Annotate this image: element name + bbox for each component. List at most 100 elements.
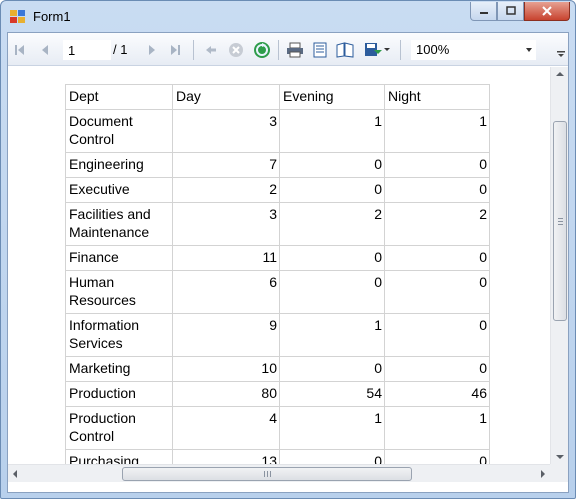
dept-cell: Facilities and Maintenance <box>65 202 173 246</box>
page-setup-button[interactable] <box>336 41 354 59</box>
first-page-icon <box>15 45 24 55</box>
night-cell: 0 <box>384 270 490 314</box>
grip-icon <box>558 218 563 226</box>
night-cell: 0 <box>384 356 490 382</box>
night-cell: 0 <box>384 313 490 357</box>
print-icon <box>287 42 303 58</box>
day-cell: 9 <box>172 313 280 357</box>
dept-cell: Production Control <box>65 406 173 450</box>
header-row: Dept Day Evening Night <box>65 84 490 110</box>
toolbar-separator <box>400 40 401 60</box>
dept-cell: Human Resources <box>65 270 173 314</box>
evening-cell: 0 <box>279 245 385 271</box>
vertical-scrollbar[interactable] <box>550 67 568 464</box>
dept-cell: Engineering <box>65 152 173 178</box>
night-cell: 1 <box>384 406 490 450</box>
table-row: Marketing 10 0 0 <box>65 356 490 382</box>
page-count: / 1 <box>113 42 128 57</box>
minimize-icon <box>479 12 488 14</box>
report-toolbar: / 1 <box>8 33 568 66</box>
day-cell: 3 <box>172 202 280 246</box>
table-row: Human Resources 6 0 0 <box>65 270 490 314</box>
zoom-value: 100% <box>416 42 450 57</box>
page-setup-icon <box>336 42 354 58</box>
evening-cell: 0 <box>279 270 385 314</box>
close-icon <box>542 6 552 16</box>
table-row: Finance 11 0 0 <box>65 245 490 271</box>
horizontal-scroll-thumb[interactable] <box>122 467 412 481</box>
print-layout-icon <box>313 42 327 58</box>
evening-cell: 0 <box>279 177 385 203</box>
close-button[interactable] <box>524 2 570 21</box>
toolbar-separator <box>193 40 194 60</box>
night-cell: 46 <box>384 381 490 407</box>
day-cell: 3 <box>172 109 280 153</box>
table-row: Facilities and Maintenance 3 2 2 <box>65 202 490 246</box>
first-page-button[interactable] <box>13 41 27 59</box>
day-cell: 7 <box>172 152 280 178</box>
stop-button[interactable] <box>227 41 245 59</box>
table-row: Document Control 3 1 1 <box>65 109 490 153</box>
night-cell: 0 <box>384 177 490 203</box>
night-cell: 0 <box>384 449 490 464</box>
night-cell: 0 <box>384 245 490 271</box>
night-cell: 0 <box>384 152 490 178</box>
window: Form1 / 1 <box>0 0 576 499</box>
evening-cell: 0 <box>279 356 385 382</box>
scrollbar-corner <box>550 464 568 482</box>
zoom-select[interactable]: 100% <box>411 40 536 60</box>
day-cell: 10 <box>172 356 280 382</box>
print-button[interactable] <box>286 41 304 59</box>
report-viewer: / 1 <box>7 32 569 493</box>
dept-cell: Document Control <box>65 109 173 153</box>
last-page-button[interactable] <box>168 41 182 59</box>
export-button[interactable] <box>363 41 391 59</box>
evening-cell: 0 <box>279 449 385 464</box>
toolbar-overflow-button[interactable] <box>556 43 566 59</box>
back-button[interactable] <box>203 41 219 59</box>
scroll-right-icon[interactable] <box>541 470 545 478</box>
night-cell: 1 <box>384 109 490 153</box>
current-page-input[interactable] <box>63 40 111 60</box>
header-cell: Day <box>172 84 280 110</box>
scroll-up-icon[interactable] <box>556 72 564 76</box>
day-cell: 80 <box>172 381 280 407</box>
scroll-down-icon[interactable] <box>556 455 564 459</box>
back-icon <box>206 46 216 54</box>
table-row: Information Services 9 1 0 <box>65 313 490 357</box>
evening-cell: 1 <box>279 313 385 357</box>
overflow-icon <box>557 51 565 57</box>
refresh-icon <box>254 42 270 58</box>
day-cell: 11 <box>172 245 280 271</box>
horizontal-scrollbar[interactable] <box>8 464 550 482</box>
day-cell: 6 <box>172 270 280 314</box>
vertical-scroll-thumb[interactable] <box>553 121 567 321</box>
maximize-icon <box>505 6 516 15</box>
report-page: Dept Day Evening Night Document Control 3… <box>8 67 550 464</box>
day-cell: 2 <box>172 177 280 203</box>
previous-page-icon <box>42 45 48 55</box>
table-row: Executive 2 0 0 <box>65 177 490 203</box>
evening-cell: 0 <box>279 152 385 178</box>
maximize-button[interactable] <box>497 2 524 21</box>
header-cell: Dept <box>65 84 173 110</box>
next-page-button[interactable] <box>145 41 159 59</box>
refresh-button[interactable] <box>253 41 271 59</box>
previous-page-button[interactable] <box>38 41 52 59</box>
report-table: Dept Day Evening Night Document Control 3… <box>65 84 490 464</box>
window-title: Form1 <box>33 9 71 24</box>
scroll-left-icon[interactable] <box>13 470 17 478</box>
minimize-button[interactable] <box>470 2 497 21</box>
chevron-down-icon <box>526 48 532 52</box>
evening-cell: 2 <box>279 202 385 246</box>
stop-icon <box>229 43 243 57</box>
header-cell: Night <box>384 84 490 110</box>
dept-cell: Marketing <box>65 356 173 382</box>
dept-cell: Executive <box>65 177 173 203</box>
toolbar-separator <box>278 40 279 60</box>
title-bar[interactable]: Form1 <box>1 1 575 31</box>
dept-cell: Production <box>65 381 173 407</box>
print-layout-button[interactable] <box>311 41 329 59</box>
evening-cell: 1 <box>279 109 385 153</box>
last-page-icon <box>171 45 180 55</box>
